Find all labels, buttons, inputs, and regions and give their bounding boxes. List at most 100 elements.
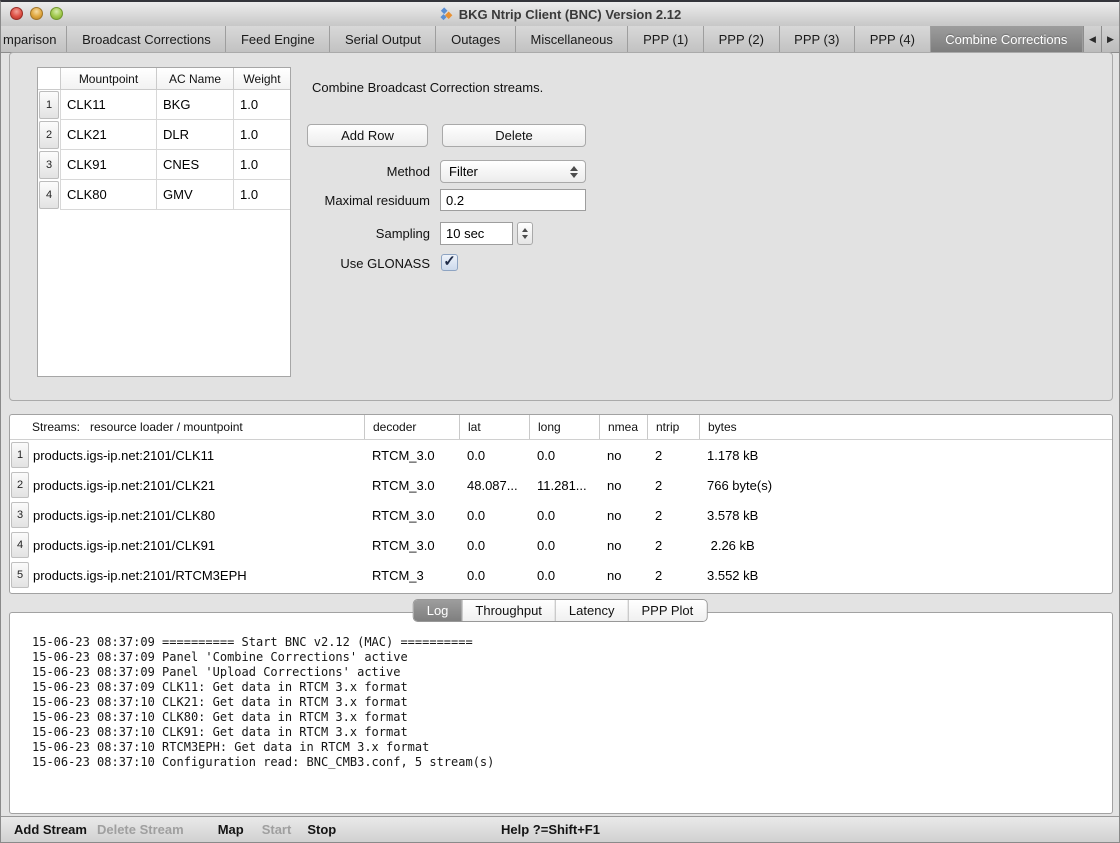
cell-nmea[interactable]: no: [599, 560, 647, 590]
cell-mountpoint[interactable]: products.igs-ip.net:2101/CLK80: [30, 500, 364, 530]
row-header[interactable]: 4: [39, 181, 59, 209]
stepper-up-icon[interactable]: [522, 228, 528, 232]
stepper-down-icon[interactable]: [522, 235, 528, 239]
column-header-lat: lat: [459, 415, 529, 439]
cell-ntrip[interactable]: 2: [647, 500, 699, 530]
cell-bytes[interactable]: 3.578 kB: [699, 500, 1112, 530]
tab-latency[interactable]: Latency: [555, 600, 628, 621]
row-header[interactable]: 5: [11, 562, 29, 588]
table-cell[interactable]: DLR: [156, 120, 233, 150]
table-cell[interactable]: GMV: [156, 180, 233, 210]
cell-lat[interactable]: 0.0: [459, 500, 529, 530]
cell-long[interactable]: 11.281...: [529, 470, 599, 500]
table-cell[interactable]: CLK21: [60, 120, 156, 150]
table-corner: [38, 68, 60, 90]
cell-lat[interactable]: 0.0: [459, 440, 529, 470]
tab-throughput[interactable]: Throughput: [461, 600, 555, 621]
cell-ntrip[interactable]: 2: [647, 560, 699, 590]
tab-ppp-1[interactable]: PPP (1): [628, 26, 704, 52]
cell-lat[interactable]: 0.0: [459, 530, 529, 560]
cell-bytes[interactable]: 3.552 kB: [699, 560, 1112, 590]
delete-button[interactable]: Delete: [442, 124, 586, 147]
tab-feed-engine[interactable]: Feed Engine: [226, 26, 330, 52]
row-header[interactable]: 2: [39, 121, 59, 149]
table-cell[interactable]: 1.0: [233, 150, 290, 180]
cell-long[interactable]: 0.0: [529, 440, 599, 470]
cell-ntrip[interactable]: 2: [647, 470, 699, 500]
maximal-residuum-input[interactable]: [440, 189, 586, 211]
zoom-window-icon[interactable]: [50, 7, 63, 20]
log-line: 15-06-23 08:37:09 CLK11: Get data in RTC…: [32, 680, 1112, 695]
log-tab-bar: LogThroughputLatencyPPP Plot: [413, 599, 708, 622]
tab-ppp-plot[interactable]: PPP Plot: [627, 600, 706, 621]
add-row-button[interactable]: Add Row: [307, 124, 428, 147]
tab-broadcast-corrections[interactable]: Broadcast Corrections: [67, 26, 226, 52]
action-map[interactable]: Map: [218, 822, 244, 837]
sampling-stepper[interactable]: [517, 222, 533, 245]
table-cell[interactable]: CLK91: [60, 150, 156, 180]
action-add-stream[interactable]: Add Stream: [14, 822, 87, 837]
cell-lat[interactable]: 48.087...: [459, 470, 529, 500]
minimize-window-icon[interactable]: [30, 7, 43, 20]
tab-scroll-left-icon[interactable]: ◀: [1083, 26, 1101, 52]
cell-mountpoint[interactable]: products.igs-ip.net:2101/CLK21: [30, 470, 364, 500]
table-cell[interactable]: 1.0: [233, 180, 290, 210]
cell-mountpoint[interactable]: products.igs-ip.net:2101/CLK11: [30, 440, 364, 470]
row-header[interactable]: 3: [11, 502, 29, 528]
cell-lat[interactable]: 0.0: [459, 560, 529, 590]
cell-long[interactable]: 0.0: [529, 500, 599, 530]
main-tab-bar: mparisonBroadcast CorrectionsFeed Engine…: [1, 26, 1119, 53]
table-row: 4products.igs-ip.net:2101/CLK91RTCM_3.00…: [10, 530, 1112, 560]
cell-ntrip[interactable]: 2: [647, 530, 699, 560]
cell-nmea[interactable]: no: [599, 440, 647, 470]
cell-nmea[interactable]: no: [599, 530, 647, 560]
tab-mparison[interactable]: mparison: [1, 26, 67, 52]
help-shortcut[interactable]: Help ?=Shift+F1: [501, 822, 600, 837]
tab-scroll-right-icon[interactable]: ▶: [1101, 26, 1119, 52]
cell-long[interactable]: 0.0: [529, 560, 599, 590]
tab-log[interactable]: Log: [414, 600, 462, 621]
table-cell[interactable]: 1.0: [233, 120, 290, 150]
table-cell[interactable]: CLK11: [60, 90, 156, 120]
row-header[interactable]: 3: [39, 151, 59, 179]
cell-mountpoint[interactable]: products.igs-ip.net:2101/CLK91: [30, 530, 364, 560]
tab-serial-output[interactable]: Serial Output: [330, 26, 436, 52]
cell-mountpoint[interactable]: products.igs-ip.net:2101/RTCM3EPH: [30, 560, 364, 590]
cell-decoder[interactable]: RTCM_3: [364, 560, 459, 590]
table-cell[interactable]: BKG: [156, 90, 233, 120]
cell-bytes[interactable]: 2.26 kB: [699, 530, 1112, 560]
row-header[interactable]: 4: [11, 532, 29, 558]
column-header-long: long: [529, 415, 599, 439]
use-glonass-checkbox[interactable]: ✓: [441, 254, 458, 271]
tab-ppp-4[interactable]: PPP (4): [855, 26, 931, 52]
cell-ntrip[interactable]: 2: [647, 440, 699, 470]
log-line: 15-06-23 08:37:10 RTCM3EPH: Get data in …: [32, 740, 1112, 755]
tab-miscellaneous[interactable]: Miscellaneous: [516, 26, 629, 52]
method-select[interactable]: Filter: [440, 160, 586, 183]
close-window-icon[interactable]: [10, 7, 23, 20]
table-cell[interactable]: CLK80: [60, 180, 156, 210]
log-panel[interactable]: 15-06-23 08:37:09 ========== Start BNC v…: [9, 612, 1113, 814]
cell-decoder[interactable]: RTCM_3.0: [364, 470, 459, 500]
tab-ppp-2[interactable]: PPP (2): [704, 26, 780, 52]
row-header[interactable]: 1: [39, 91, 59, 119]
row-header[interactable]: 1: [11, 442, 29, 468]
column-header-mountpoint: Mountpoint: [60, 68, 156, 90]
table-cell[interactable]: CNES: [156, 150, 233, 180]
cell-decoder[interactable]: RTCM_3.0: [364, 440, 459, 470]
cell-decoder[interactable]: RTCM_3.0: [364, 500, 459, 530]
cell-long[interactable]: 0.0: [529, 530, 599, 560]
table-cell[interactable]: 1.0: [233, 90, 290, 120]
tab-ppp-3[interactable]: PPP (3): [780, 26, 856, 52]
cell-bytes[interactable]: 1.178 kB: [699, 440, 1112, 470]
streams-table-header: Streams: resource loader / mountpoint de…: [10, 415, 1112, 440]
sampling-input[interactable]: 10 sec: [440, 222, 513, 245]
cell-nmea[interactable]: no: [599, 470, 647, 500]
cell-decoder[interactable]: RTCM_3.0: [364, 530, 459, 560]
tab-combine-corrections[interactable]: Combine Corrections: [931, 26, 1083, 52]
row-header[interactable]: 2: [11, 472, 29, 498]
cell-bytes[interactable]: 766 byte(s): [699, 470, 1112, 500]
cell-nmea[interactable]: no: [599, 500, 647, 530]
action-stop[interactable]: Stop: [307, 822, 336, 837]
tab-outages[interactable]: Outages: [436, 26, 515, 52]
